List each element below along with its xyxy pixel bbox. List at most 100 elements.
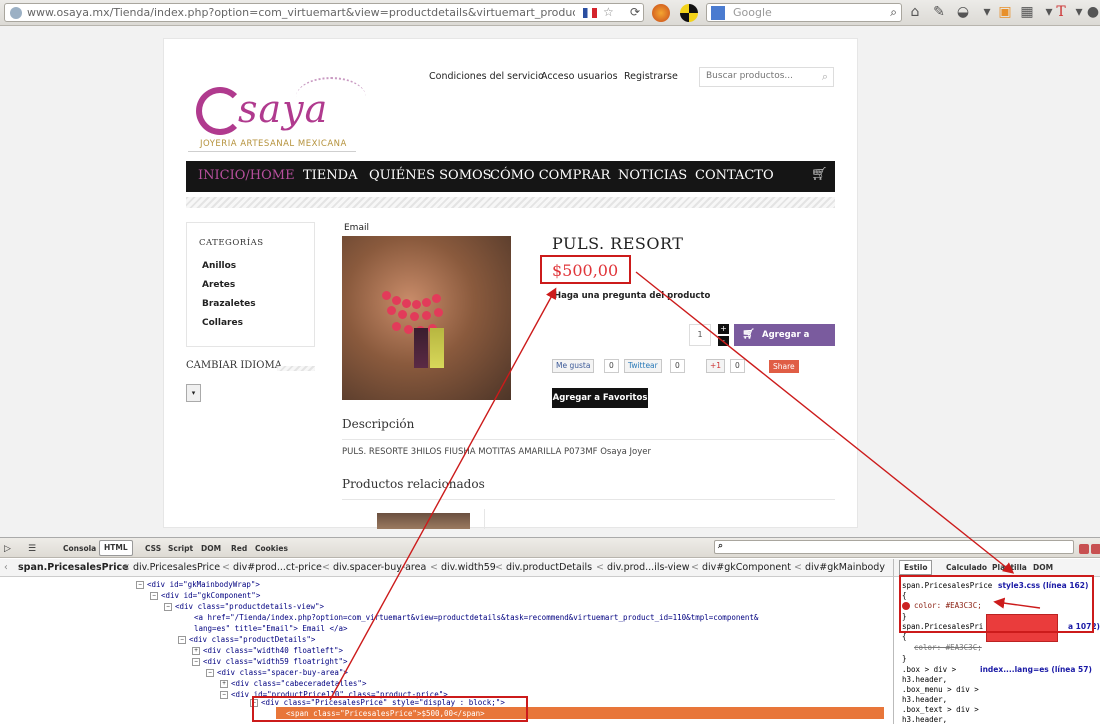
breadcrumb-item[interactable]: div#gkComponent [702,562,791,573]
quantity-increase-button[interactable]: + [718,324,729,334]
rss-icon[interactable]: ▣ [996,4,1014,20]
tab-html[interactable]: HTML [99,540,133,556]
url-text: www.osaya.mx/Tienda/index.php?option=com… [27,6,575,19]
bead [412,300,421,309]
breadcrumb-item[interactable]: div.prod...ils-view [607,562,689,573]
tree-node[interactable]: − <div id="gkComponent"> [150,591,260,600]
feather-icon[interactable]: ✎ [930,4,948,20]
tree-node[interactable]: − <div id="gkMainbodyWrap"> [136,580,260,589]
tab-net[interactable]: Red [231,544,247,553]
flag-icon [583,8,597,18]
inspect-icon[interactable]: ▷ [4,544,11,554]
nav-home[interactable]: INICIO/HOME [198,168,295,183]
divider [484,509,485,529]
breadcrumb-item[interactable]: div.PricesalesPrice [133,562,220,573]
twitter-count: 0 [670,359,685,373]
breadcrumb-item[interactable]: div.productDetails [506,562,592,573]
add-to-cart-button[interactable]: 🛒︎ Agregar a carro [734,324,835,362]
nav-how-to-buy[interactable]: CÓMO COMPRAR [490,168,610,183]
tree-node[interactable]: − <div class="spacer-buy-area"> [206,668,348,677]
close-icon[interactable] [1091,544,1100,554]
url-bar[interactable]: www.osaya.mx/Tienda/index.php?option=com… [4,3,644,22]
scroll-left-icon[interactable]: ‹ [4,562,8,573]
breadcrumb-item[interactable]: div#prod...ct-price [233,562,322,573]
twitter-button[interactable]: Twittear [624,359,662,373]
tree-node[interactable]: − <div class="productDetails"> [178,635,315,644]
reload-icon[interactable]: ⟳ [630,5,640,19]
cart-icon[interactable]: 🛒︎ [811,167,828,182]
product-image[interactable] [342,236,511,400]
tab-dom-side[interactable]: DOM [1033,563,1053,572]
product-title: PULS. RESORT [552,234,684,253]
gplus-count: 0 [730,359,745,373]
search-icon: ⌕ [718,541,724,551]
breadcrumb-item[interactable]: div.spacer-buy-area [333,562,426,573]
css-source-link[interactable]: index....lang=es (línea 57) [980,665,1092,674]
email-link[interactable]: Email [344,223,369,233]
tree-node[interactable]: + <div class="width40 floatleft"> [192,646,343,655]
home-icon[interactable]: ⌂ [906,4,924,20]
category-item[interactable]: Collares [202,318,243,328]
minimize-icon[interactable] [1079,544,1089,554]
bead [402,299,411,308]
tree-node[interactable]: lang=es" title="Email"> Email </a> [194,624,348,633]
breadcrumb-item[interactable]: span.PricesalesPrice [18,562,129,573]
language-select[interactable]: ▾ [186,384,201,402]
category-item[interactable]: Brazaletes [202,299,256,309]
tab-dom[interactable]: DOM [201,544,221,553]
cart-icon: 🛒︎ [742,329,755,340]
tab-css[interactable]: CSS [145,544,161,553]
tab-console[interactable]: Consola [63,544,96,553]
nav-news[interactable]: NOTICIAS [618,168,687,183]
css-property-overridden[interactable]: color: #EA3C3C; [914,643,982,652]
nav-contact[interactable]: CONTACTO [695,168,774,183]
firefox-icon[interactable] [652,4,670,22]
addon-icon[interactable] [680,4,698,22]
categories-box: CATEGORÍAS Anillos Aretes Brazaletes Col… [186,222,315,347]
facebook-like-button[interactable]: Me gusta [552,359,595,373]
tab-computed[interactable]: Calculado [946,563,987,572]
nav-about[interactable]: QUIÉNES SOMOS [369,168,492,183]
tab-cookies[interactable]: Cookies [255,544,288,553]
text-icon[interactable]: T [1052,4,1070,20]
bead [382,291,391,300]
tab-script[interactable]: Script [168,544,193,553]
breadcrumb-item[interactable]: div#gkMainbody [805,562,885,573]
tree-node[interactable]: − <div class="width59 floatright"> [192,657,348,666]
tree-node[interactable]: <a href="/Tienda/index.php?option=com_vi… [194,613,758,622]
annotation-css-box [899,575,1094,633]
bead [434,308,443,317]
share-button[interactable]: Share [769,360,799,373]
firebug-search-input[interactable]: ⌕ [714,540,1074,554]
bookmark-star-icon[interactable]: ☆ [603,5,614,19]
breadcrumb-item[interactable]: div.width59 [441,562,496,573]
menu-icon[interactable]: ☰ [28,544,36,554]
category-item[interactable]: Aretes [202,280,235,290]
circle-icon[interactable]: ● [1084,4,1100,20]
product-search[interactable]: ⌕ [699,67,834,87]
download-icon[interactable]: ▾ [978,4,996,20]
tab-layout[interactable]: Plantilla [992,563,1027,572]
puzzle-icon[interactable]: ▦ [1018,4,1036,20]
add-favorites-button[interactable]: Agregar a Favoritos [552,388,648,408]
link-login[interactable]: Acceso usuarios [541,71,618,82]
related-thumbnail[interactable] [377,513,470,529]
breadcrumb-separator: < [794,562,802,573]
quantity-input[interactable]: 1 [689,324,711,346]
nav-store[interactable]: TIENDA [303,168,357,183]
quantity-decrease-button[interactable]: - [718,336,729,346]
tree-node[interactable]: + <div class="cabeceradetalles"> [220,679,366,688]
tree-node[interactable]: − <div class="productdetails-view"> [164,602,324,611]
gplus-button[interactable]: +1 [706,359,726,373]
search-bar[interactable]: Google ⌕ [706,3,902,22]
tab-style[interactable]: Estilo [899,560,933,575]
pocket-icon[interactable]: ◒ [954,4,972,20]
search-icon[interactable]: ⌕ [822,70,828,84]
link-register[interactable]: Registrarse [624,71,678,82]
category-item[interactable]: Anillos [202,261,236,271]
description-title: Descripción [342,417,415,431]
ask-question-link[interactable]: Haga una pregunta del producto [554,291,710,301]
product-search-input[interactable] [706,71,811,81]
link-terms[interactable]: Condiciones del servicio [429,71,544,82]
search-icon[interactable]: ⌕ [890,5,897,20]
